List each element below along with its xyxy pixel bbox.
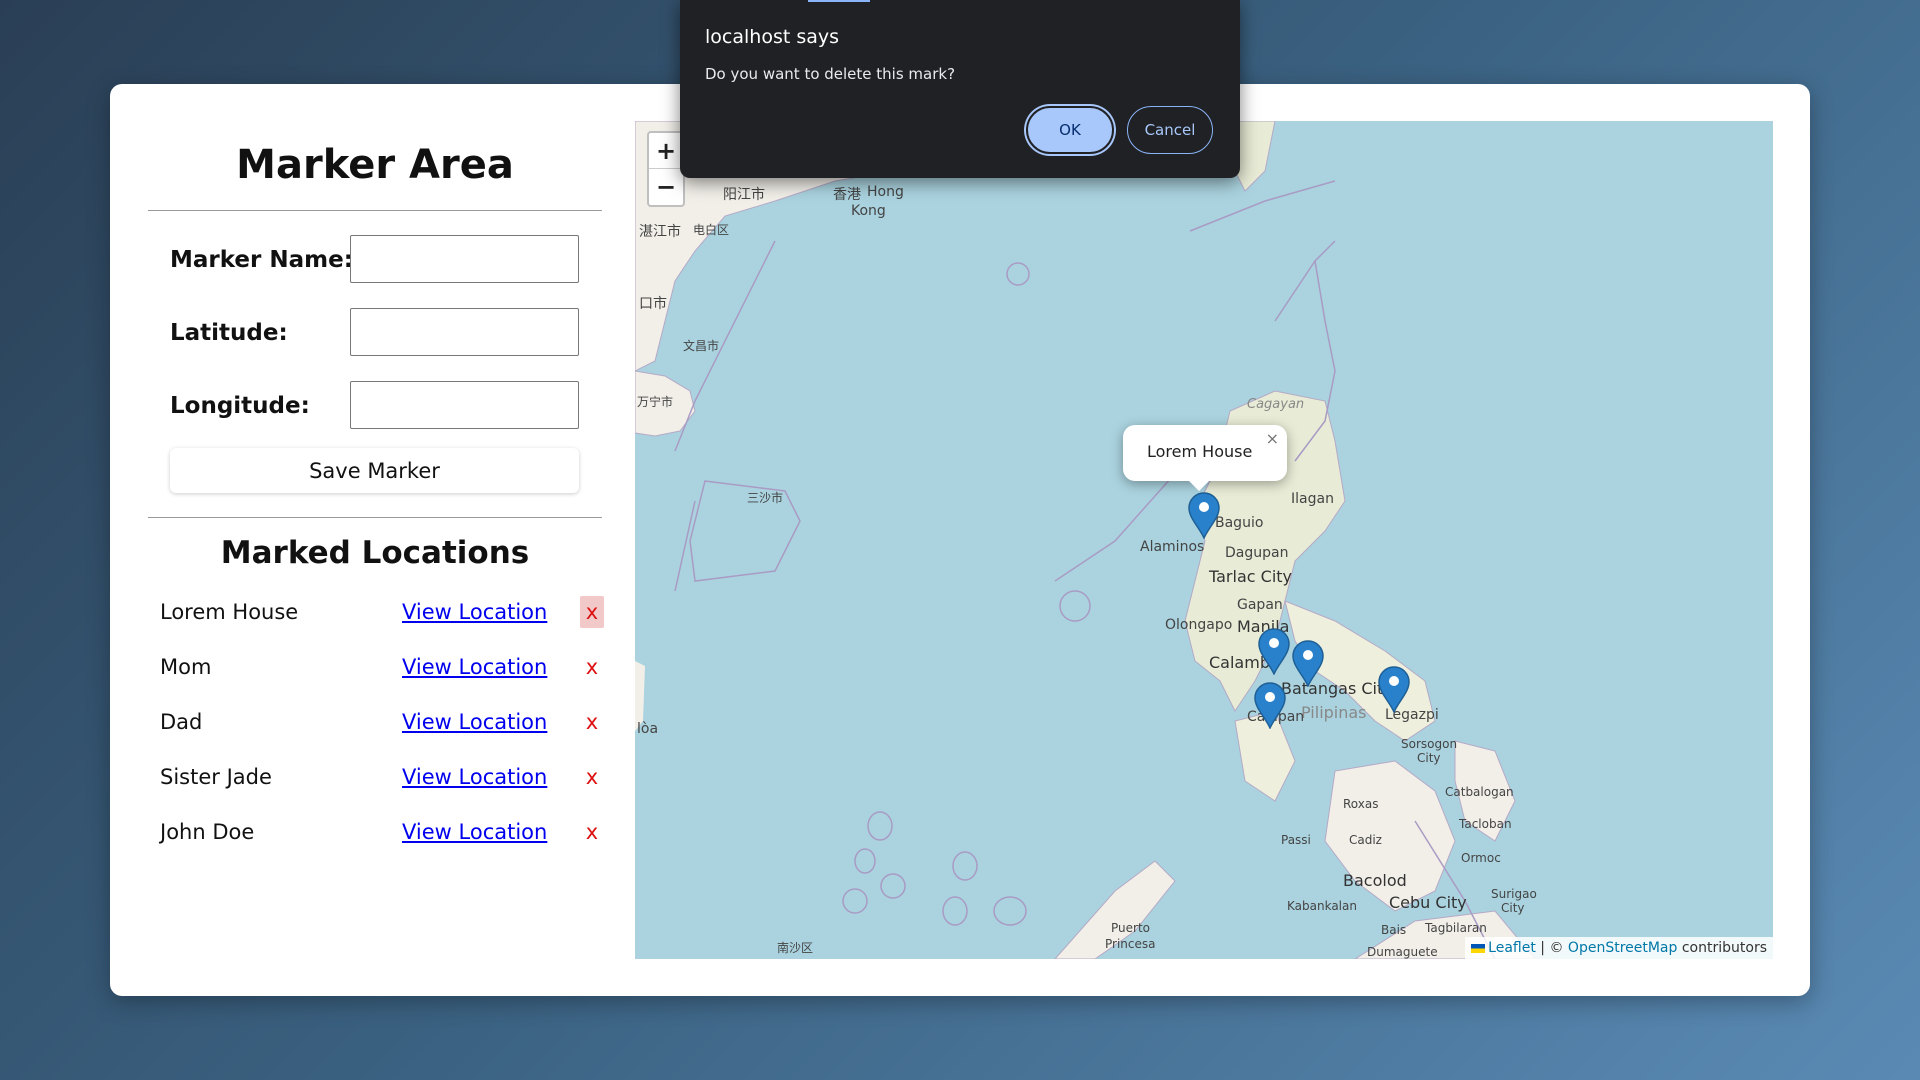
place-label: Surigao [1491,887,1537,901]
place-label: Tacloban [1459,817,1512,831]
location-row: John Doe View Location x [148,808,602,863]
latitude-label: Latitude: [170,320,288,346]
confirm-dialog: localhost says Do you want to delete thi… [680,0,1240,178]
delete-location-button[interactable]: x [580,651,604,683]
view-location-link[interactable]: View Location [402,710,547,734]
place-label: Roxas [1343,797,1379,811]
place-label: Kong [851,203,886,219]
location-name: Dad [160,710,203,734]
place-label: Olongapo [1165,617,1233,633]
popup-text: Lorem House [1147,442,1253,461]
map-marker-icon[interactable] [1187,491,1221,539]
longitude-input[interactable] [350,381,579,429]
location-row: Lorem House View Location x [148,588,604,643]
map-marker-icon[interactable] [1257,627,1291,675]
ukraine-flag-icon [1471,943,1486,953]
place-label: Cagayan [1247,397,1305,412]
map-marker-icon[interactable] [1291,639,1325,687]
place-label: City [1501,901,1525,915]
place-label: Alaminos [1140,539,1205,555]
ok-button[interactable]: OK [1026,106,1114,154]
view-location-link[interactable]: View Location [402,765,547,789]
location-row: Dad View Location x [148,698,602,753]
place-label: Bais [1381,923,1407,937]
marker-panel: Marker Area Marker Name: Latitude: Longi… [148,120,604,863]
leaflet-link[interactable]: Leaflet [1488,940,1536,956]
place-label: 电白区 [693,223,730,237]
place-label: Kabankalan [1287,899,1357,913]
location-name: Lorem House [160,600,299,624]
zoom-in-button[interactable]: + [649,133,683,169]
place-label: Ormoc [1461,851,1501,865]
place-label: 文昌市 [683,339,720,353]
place-label: Tagbilaran [1425,921,1487,935]
map-view[interactable]: + − 阳江市 香港 Hong Kong 湛江市 电白区 口市 文昌市 万宁市 … [635,121,1773,959]
save-marker-button[interactable]: Save Marker [170,448,579,493]
place-label: Catbalogan [1445,785,1514,799]
map-marker-icon[interactable] [1253,681,1287,729]
dialog-message: Do you want to delete this mark? [705,65,956,83]
attribution-contrib: contributors [1681,940,1767,956]
delete-location-button[interactable]: x [580,706,604,738]
place-label: Ilagan [1291,491,1334,507]
place-label: Puerto [1111,921,1150,935]
dialog-accent [808,0,870,2]
place-label: 阳江市 [723,187,765,203]
location-name: Mom [160,655,212,679]
place-label: 三沙市 [747,491,784,505]
view-location-link[interactable]: View Location [402,655,547,679]
popup-close-icon[interactable]: × [1266,429,1279,448]
name-row: Marker Name: [148,229,602,302]
delete-location-button[interactable]: x [580,816,604,848]
map-attribution: Leaflet | © OpenStreetMap contributors [1465,937,1773,959]
dialog-title: localhost says [705,26,840,48]
marker-name-input[interactable] [350,235,579,283]
longitude-label: Longitude: [170,393,310,419]
place-label: 南沙区 [777,941,814,955]
place-label: Passi [1281,833,1311,847]
place-label: Dagupan [1225,545,1289,561]
map-marker-icon[interactable] [1377,665,1411,713]
place-label: 香港 [833,187,861,203]
place-label: City [1417,751,1441,765]
latitude-input[interactable] [350,308,579,356]
marked-locations-title: Marked Locations [220,535,530,571]
place-label: Tarlac City [1209,567,1292,586]
location-name: John Doe [160,820,255,844]
place-label: 口市 [639,296,667,312]
delete-location-button[interactable]: x [580,596,604,628]
place-label: Sorsogon [1401,737,1458,751]
main-card: Marker Area Marker Name: Latitude: Longi… [110,84,1810,996]
zoom-out-button[interactable]: − [649,169,683,205]
place-label: Cebu City [1389,893,1467,912]
delete-location-button[interactable]: x [580,761,604,793]
place-label: Cadiz [1349,833,1382,847]
place-label: Hong [867,184,904,200]
osm-link[interactable]: OpenStreetMap [1568,940,1677,956]
place-label: 湛江市 [639,224,681,240]
place-label: Pilipinas [1301,703,1367,722]
place-label: Baguio [1215,515,1264,531]
longitude-row: Longitude: [148,375,602,448]
place-label: Bacolod [1343,871,1407,890]
cancel-button[interactable]: Cancel [1127,106,1213,154]
attribution-sep: | © [1540,940,1564,956]
place-label: lòa [637,721,659,737]
place-label: 万宁市 [637,395,674,409]
place-label: Dumaguete [1367,945,1438,959]
place-label: Gapan [1237,597,1283,613]
place-label: Princesa [1105,937,1156,951]
location-row: Sister Jade View Location x [148,753,602,808]
marker-name-label: Marker Name: [170,247,353,273]
location-row: Mom View Location x [148,643,602,698]
view-location-link[interactable]: View Location [402,820,547,844]
marker-popup: Lorem House × [1123,425,1287,491]
page-title: Marker Area [236,142,514,188]
view-location-link[interactable]: View Location [402,600,547,624]
location-name: Sister Jade [160,765,272,789]
latitude-row: Latitude: [148,302,602,375]
